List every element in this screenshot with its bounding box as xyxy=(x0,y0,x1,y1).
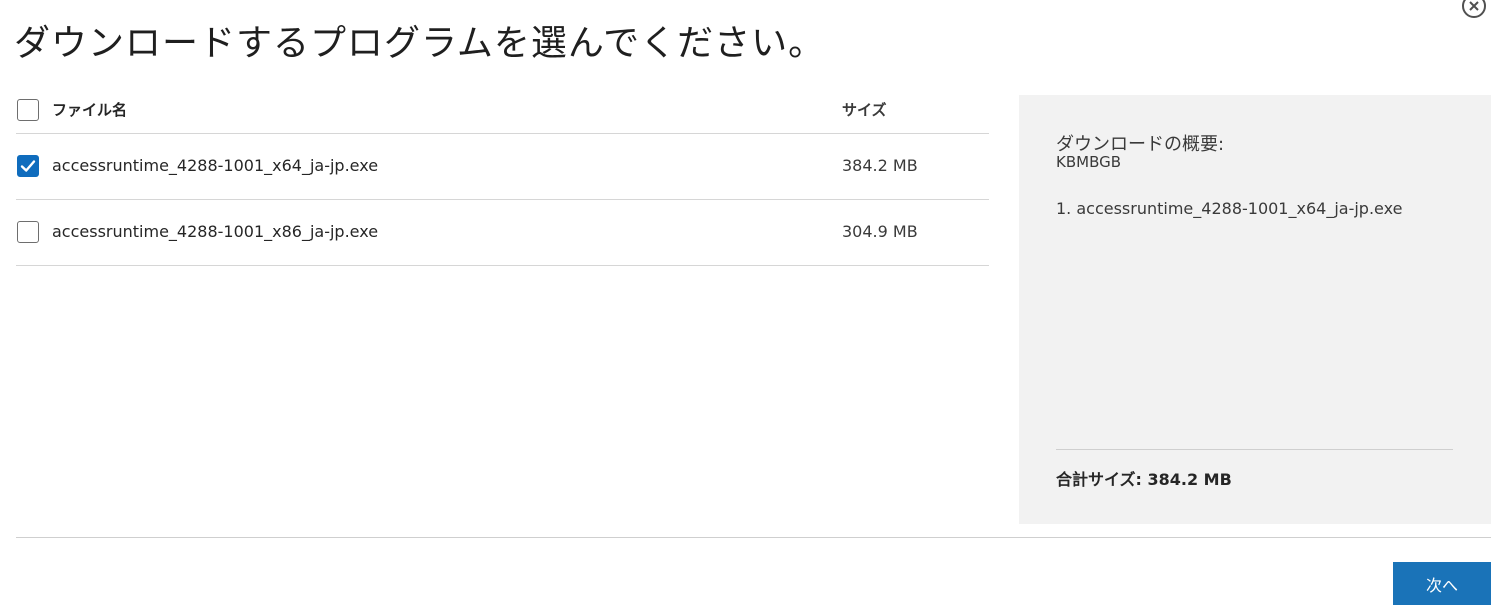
page-title: ダウンロードするプログラムを選んでください。 xyxy=(14,23,826,64)
column-header-name: ファイル名 xyxy=(52,101,128,119)
summary-list: 1. accessruntime_4288-1001_x64_ja-jp.exe xyxy=(1056,199,1402,218)
file-table: ファイル名 サイズ accessruntime_4288-1001_x64_ja… xyxy=(16,88,989,266)
table-row[interactable]: accessruntime_4288-1001_x64_ja-jp.exe 38… xyxy=(16,134,989,200)
summary-list-item: 1. accessruntime_4288-1001_x64_ja-jp.exe xyxy=(1056,199,1403,218)
column-header-size: サイズ xyxy=(842,101,887,119)
summary-divider xyxy=(1056,449,1453,450)
checkmark-icon xyxy=(20,160,36,172)
summary-unit-text: KBMBGB xyxy=(1056,153,1122,171)
select-all-checkbox[interactable] xyxy=(17,99,39,121)
row-checkbox[interactable] xyxy=(17,221,39,243)
table-header: ファイル名 サイズ xyxy=(16,88,989,134)
file-size: 384.2 MB xyxy=(842,156,918,175)
row-checkbox[interactable] xyxy=(17,155,39,177)
file-name: accessruntime_4288-1001_x86_ja-jp.exe xyxy=(52,222,379,241)
close-icon xyxy=(1469,1,1479,11)
summary-total-size: 合計サイズ: 384.2 MB xyxy=(1056,470,1232,489)
next-button[interactable]: 次へ xyxy=(1393,562,1491,605)
file-size: 304.9 MB xyxy=(842,222,918,241)
download-summary-panel: ダウンロードの概要: KBMBGB 1. accessruntime_4288-… xyxy=(1019,95,1491,524)
download-dialog: ダウンロードするプログラムを選んでください。 ファイル名 サイズ accessr… xyxy=(0,0,1503,613)
footer-divider xyxy=(16,537,1491,538)
file-name: accessruntime_4288-1001_x64_ja-jp.exe xyxy=(52,156,379,175)
table-row[interactable]: accessruntime_4288-1001_x86_ja-jp.exe 30… xyxy=(16,200,989,266)
close-button[interactable] xyxy=(1462,0,1486,18)
